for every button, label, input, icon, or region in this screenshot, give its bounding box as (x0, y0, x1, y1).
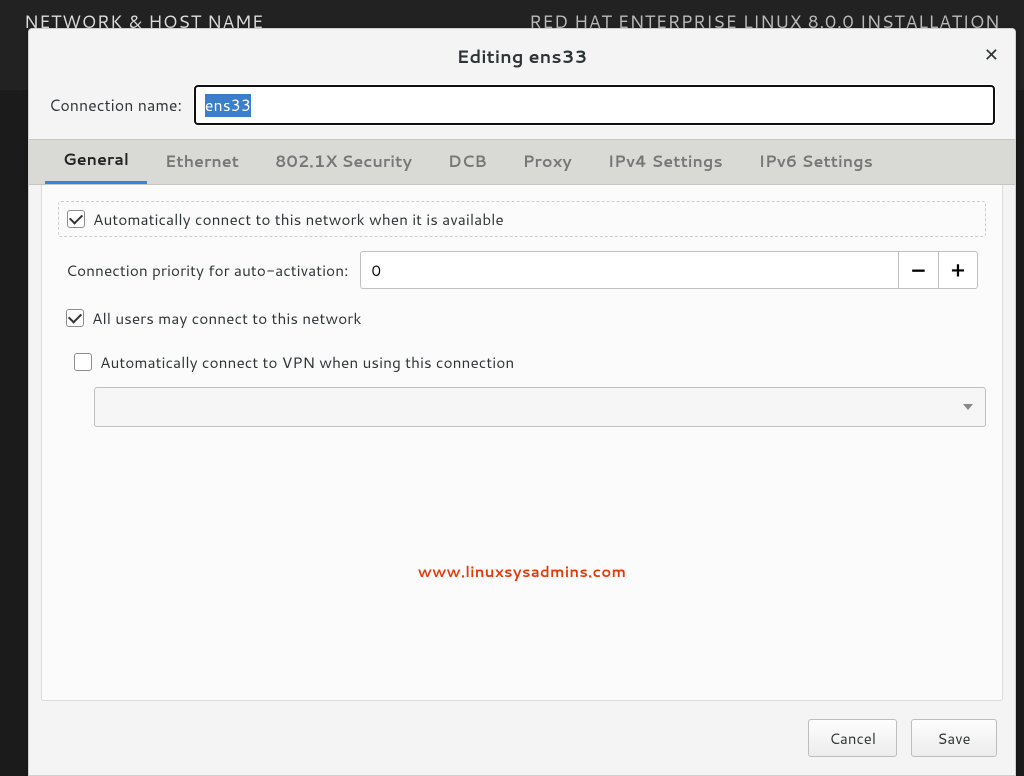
tabs-bar: General Ethernet 802.1X Security DCB Pro… (29, 139, 1015, 185)
tab-proxy[interactable]: Proxy (505, 138, 590, 184)
checkbox-auto-vpn[interactable] (74, 353, 92, 371)
label-auto-vpn: Automatically connect to VPN when using … (100, 351, 514, 373)
row-auto-vpn[interactable]: Automatically connect to VPN when using … (66, 347, 986, 377)
tab-ipv4-settings[interactable]: IPv4 Settings (590, 138, 741, 184)
close-icon[interactable]: ✕ (984, 41, 999, 67)
dialog-titlebar: Editing ens33 ✕ (29, 29, 1015, 77)
priority-increment-button[interactable]: + (938, 251, 978, 289)
tab-ipv6-settings[interactable]: IPv6 Settings (741, 138, 891, 184)
priority-input[interactable] (360, 251, 898, 289)
priority-decrement-button[interactable]: − (898, 251, 938, 289)
label-all-users: All users may connect to this network (92, 307, 361, 329)
connection-name-row: Connection name: (29, 77, 1015, 139)
row-connection-priority: Connection priority for auto-activation:… (58, 251, 986, 289)
row-all-users[interactable]: All users may connect to this network (58, 303, 986, 333)
dialog-footer: Cancel Save (29, 701, 1015, 775)
tab-content-general: Automatically connect to this network wh… (41, 185, 1003, 701)
row-auto-connect[interactable]: Automatically connect to this network wh… (58, 201, 986, 237)
chevron-down-icon (963, 404, 973, 410)
row-auto-vpn-block: Automatically connect to VPN when using … (58, 347, 986, 427)
vpn-dropdown[interactable] (94, 387, 986, 427)
checkbox-all-users[interactable] (66, 309, 84, 327)
edit-connection-dialog: Editing ens33 ✕ Connection name: General… (28, 28, 1016, 776)
connection-name-label: Connection name: (49, 94, 182, 117)
cancel-button[interactable]: Cancel (808, 719, 897, 757)
tab-general[interactable]: General (45, 138, 147, 184)
tab-ethernet[interactable]: Ethernet (147, 138, 257, 184)
checkbox-auto-connect[interactable] (67, 210, 85, 228)
label-auto-connect: Automatically connect to this network wh… (93, 208, 504, 230)
priority-spinbox: − + (360, 251, 978, 289)
label-connection-priority: Connection priority for auto-activation: (66, 259, 348, 281)
tab-8021x-security[interactable]: 802.1X Security (257, 138, 430, 184)
watermark-text: www.linuxsysadmins.com (58, 561, 986, 582)
connection-name-input[interactable] (194, 85, 995, 125)
save-button[interactable]: Save (911, 719, 997, 757)
tab-dcb[interactable]: DCB (430, 138, 505, 184)
dialog-title: Editing ens33 (457, 43, 588, 69)
